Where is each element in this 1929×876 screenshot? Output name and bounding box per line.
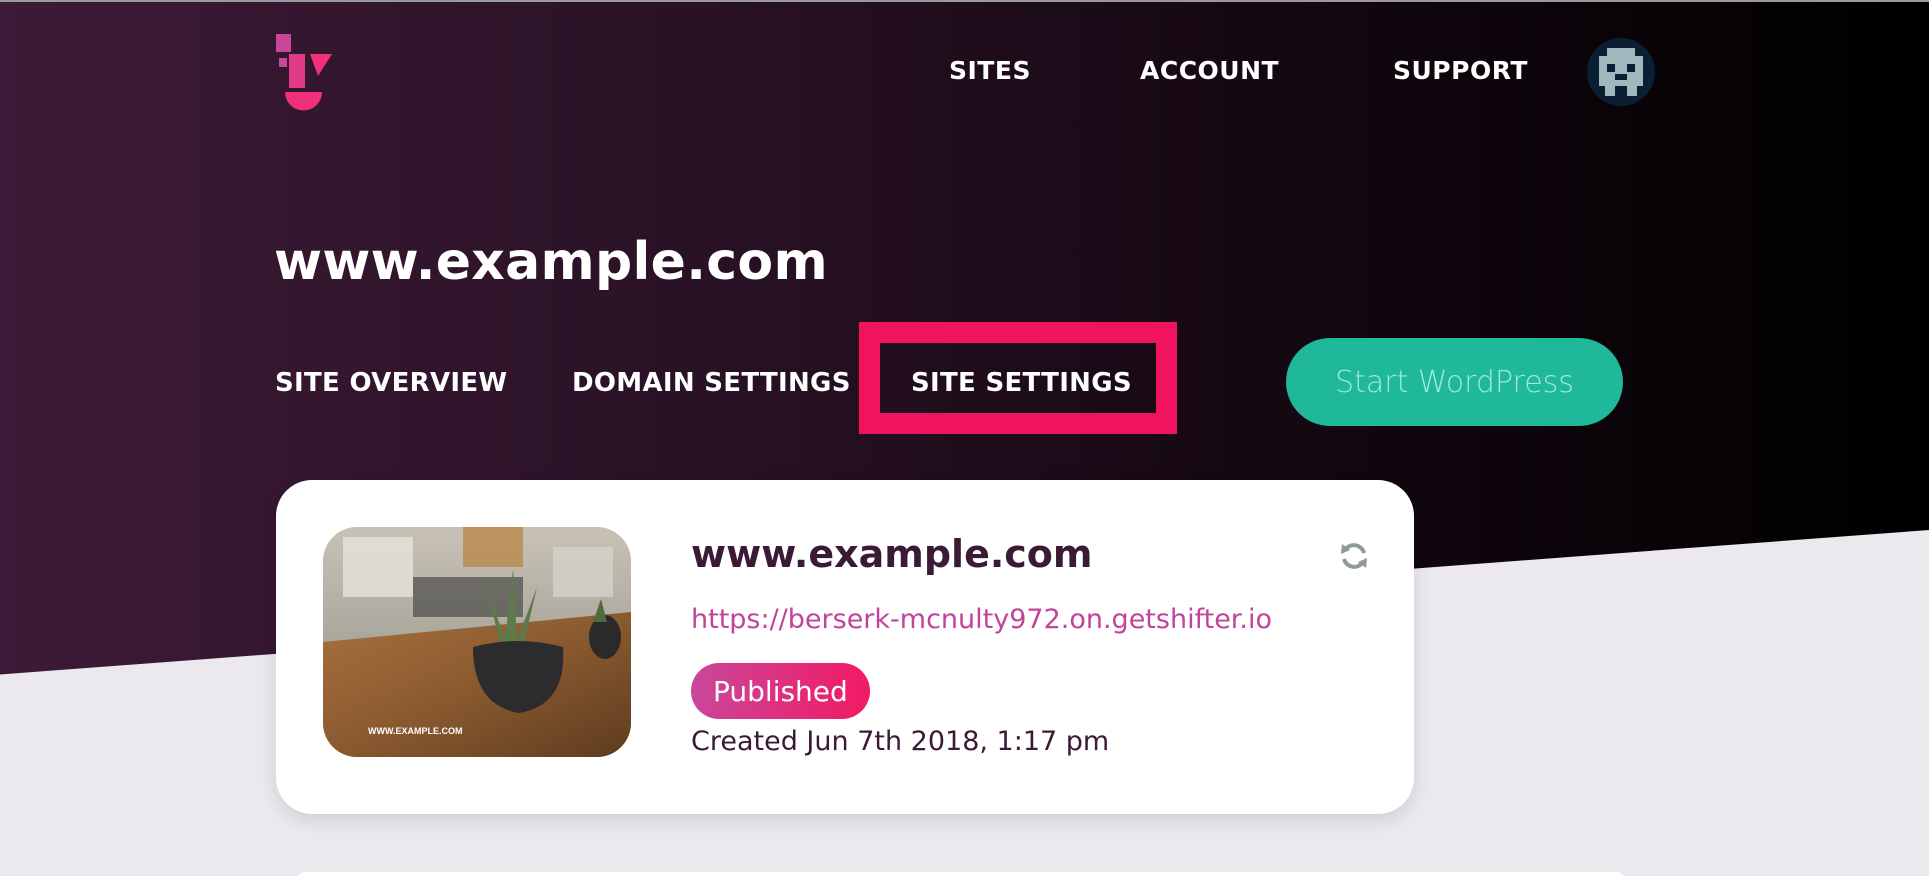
status-badge: Published bbox=[691, 663, 870, 719]
nav-support[interactable]: SUPPORT bbox=[1393, 56, 1528, 85]
tab-domain-settings[interactable]: DOMAIN SETTINGS bbox=[572, 368, 851, 398]
card-site-title[interactable]: www.example.com bbox=[691, 532, 1093, 576]
user-avatar[interactable] bbox=[1587, 38, 1655, 106]
site-url-link[interactable]: https://berserk-mcnulty972.on.getshifter… bbox=[691, 604, 1272, 635]
page-title: www.example.com bbox=[274, 232, 828, 292]
shifter-logo[interactable] bbox=[276, 34, 336, 114]
highlight-annotation-box bbox=[859, 322, 1177, 434]
refresh-icon[interactable] bbox=[1338, 540, 1370, 572]
site-card: WWW.EXAMPLE.COM www.example.com https://… bbox=[276, 480, 1414, 814]
nav-account[interactable]: ACCOUNT bbox=[1140, 56, 1279, 85]
pixel-avatar-icon bbox=[1599, 48, 1643, 96]
thumbnail-caption: WWW.EXAMPLE.COM bbox=[368, 726, 463, 736]
next-card-edge bbox=[296, 872, 1626, 876]
nav-sites[interactable]: SITES bbox=[949, 56, 1031, 85]
start-wordpress-button[interactable]: Start WordPress bbox=[1286, 338, 1623, 426]
created-date: Created Jun 7th 2018, 1:17 pm bbox=[691, 726, 1110, 757]
tab-site-overview[interactable]: SITE OVERVIEW bbox=[275, 368, 507, 398]
site-thumbnail[interactable]: WWW.EXAMPLE.COM bbox=[323, 527, 631, 757]
window-top-border bbox=[0, 0, 1929, 2]
